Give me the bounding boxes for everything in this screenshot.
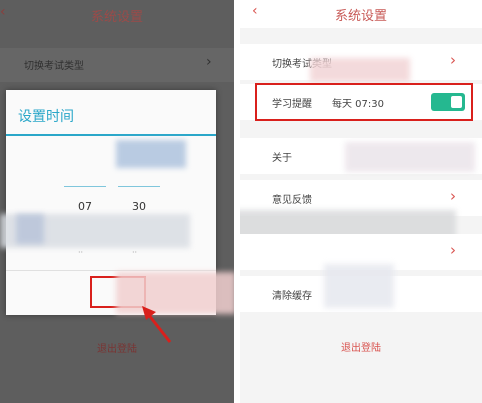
reminder-highlight	[255, 83, 473, 121]
logout-button[interactable]: 退出登陆	[0, 340, 234, 355]
page-title: 系统设置	[90, 10, 143, 25]
blurred-region	[345, 142, 475, 172]
logout-button[interactable]: 退出登陆	[240, 339, 482, 354]
chevron-right-icon: ›	[450, 187, 456, 205]
left-screen: ‹ 系统设置 切换考试类型 › 退出登陆 设置时间 07 30 ·· ··	[0, 0, 234, 403]
blurred-region	[116, 140, 186, 168]
page-title: 系统设置	[334, 9, 387, 24]
minute-picker[interactable]: 30	[132, 200, 146, 213]
blurred-region	[310, 58, 410, 82]
minute-picker-line	[118, 186, 160, 187]
picker-dot: ··	[78, 248, 84, 257]
blurred-region	[324, 264, 394, 308]
header: ‹ 系统设置	[0, 0, 234, 30]
picker-dot: ··	[132, 248, 138, 257]
set-time-dialog: 设置时间 07 30 ·· ··	[0, 90, 234, 315]
settings-item-label: 切换考试类型	[24, 61, 84, 72]
arrow-icon	[142, 306, 172, 343]
chevron-right-icon: ›	[450, 241, 456, 259]
settings-item-label: 意见反馈	[272, 195, 312, 206]
settings-item-exam-type[interactable]: 切换考试类型 ›	[0, 48, 234, 82]
dialog-title-divider	[6, 134, 216, 136]
screenshot-root: ‹ 系统设置 切换考试类型 › 退出登陆 设置时间 07 30 ·· ·· ‹ …	[0, 0, 482, 403]
blurred-region	[16, 214, 44, 244]
dialog-button-divider	[6, 270, 216, 271]
settings-item-label: 清除缓存	[272, 291, 312, 302]
chevron-right-icon: ›	[450, 51, 456, 69]
right-screen: ‹ 系统设置 切换考试类型 › 学习提醒 每天 07:30 关于 意见反馈 › …	[240, 0, 482, 403]
hour-picker-line	[64, 186, 106, 187]
chevron-right-icon: ›	[206, 54, 212, 70]
hour-picker[interactable]: 07	[78, 200, 92, 213]
dialog-title: 设置时间	[18, 109, 74, 125]
settings-item-label: 关于	[272, 153, 292, 164]
header: ‹ 系统设置	[240, 0, 482, 28]
